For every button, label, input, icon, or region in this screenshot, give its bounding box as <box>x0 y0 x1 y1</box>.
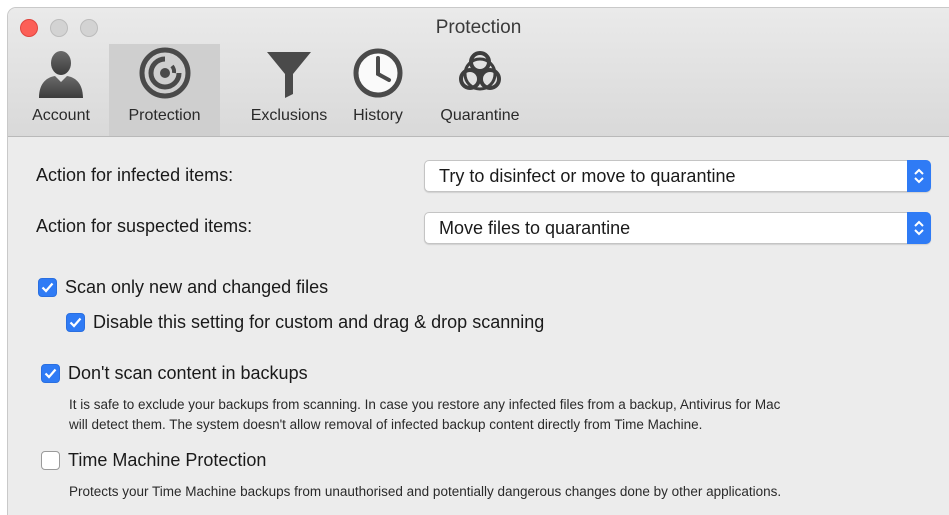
popup-arrows-icon <box>907 160 931 192</box>
funnel-icon <box>267 52 311 98</box>
tab-quarantine[interactable]: Quarantine <box>430 44 530 136</box>
checkmark-icon <box>41 282 54 293</box>
window-title: Protection <box>435 17 522 38</box>
disable-custom-checkbox[interactable] <box>66 313 85 332</box>
tab-label: Protection <box>128 107 201 124</box>
protection-icon <box>139 47 190 99</box>
tab-label: Exclusions <box>250 107 328 124</box>
time-machine-description: Protects your Time Machine backups from … <box>69 484 782 499</box>
infected-action-label: Action for infected items: <box>36 165 234 185</box>
tab-label: Quarantine <box>440 107 520 124</box>
title-bar: Protection Account Protection Exclusions… <box>8 8 949 137</box>
scan-new-checkbox[interactable] <box>38 278 57 297</box>
tab-label: Account <box>32 107 90 124</box>
time-machine-label: Time Machine Protection <box>68 450 267 470</box>
checkmark-icon <box>69 317 82 328</box>
account-icon <box>39 51 83 98</box>
popup-arrows-icon <box>907 212 931 244</box>
backups-description-line1: It is safe to exclude your backups from … <box>69 397 781 412</box>
suspected-action-value: Move files to quarantine <box>439 218 631 238</box>
time-machine-checkbox[interactable] <box>41 451 60 470</box>
tab-account[interactable]: Account <box>15 44 107 136</box>
infected-action-popup[interactable]: Try to disinfect or move to quarantine <box>424 160 931 192</box>
tab-history[interactable]: History <box>338 44 418 136</box>
skip-backups-label: Don't scan content in backups <box>68 363 308 383</box>
tab-protection[interactable]: Protection <box>109 44 220 136</box>
infected-action-value: Try to disinfect or move to quarantine <box>439 166 736 186</box>
scan-new-label: Scan only new and changed files <box>65 277 329 297</box>
disable-custom-label: Disable this setting for custom and drag… <box>93 312 545 332</box>
checkmark-icon <box>44 368 57 379</box>
biohazard-icon <box>459 51 501 91</box>
protection-settings-pane: Action for infected items: Try to disinf… <box>8 137 949 515</box>
preferences-window: Protection Account Protection Exclusions… <box>8 8 949 515</box>
tab-label: History <box>353 107 403 124</box>
suspected-action-popup[interactable]: Move files to quarantine <box>424 212 931 244</box>
suspected-action-label: Action for suspected items: <box>36 216 253 236</box>
skip-backups-checkbox[interactable] <box>41 364 60 383</box>
backups-description-line2: will detect them. The system doesn't all… <box>69 417 703 432</box>
clock-icon <box>353 48 403 98</box>
preferences-toolbar: Account Protection Exclusions History Qu… <box>8 44 949 136</box>
tab-exclusions[interactable]: Exclusions <box>230 44 348 136</box>
